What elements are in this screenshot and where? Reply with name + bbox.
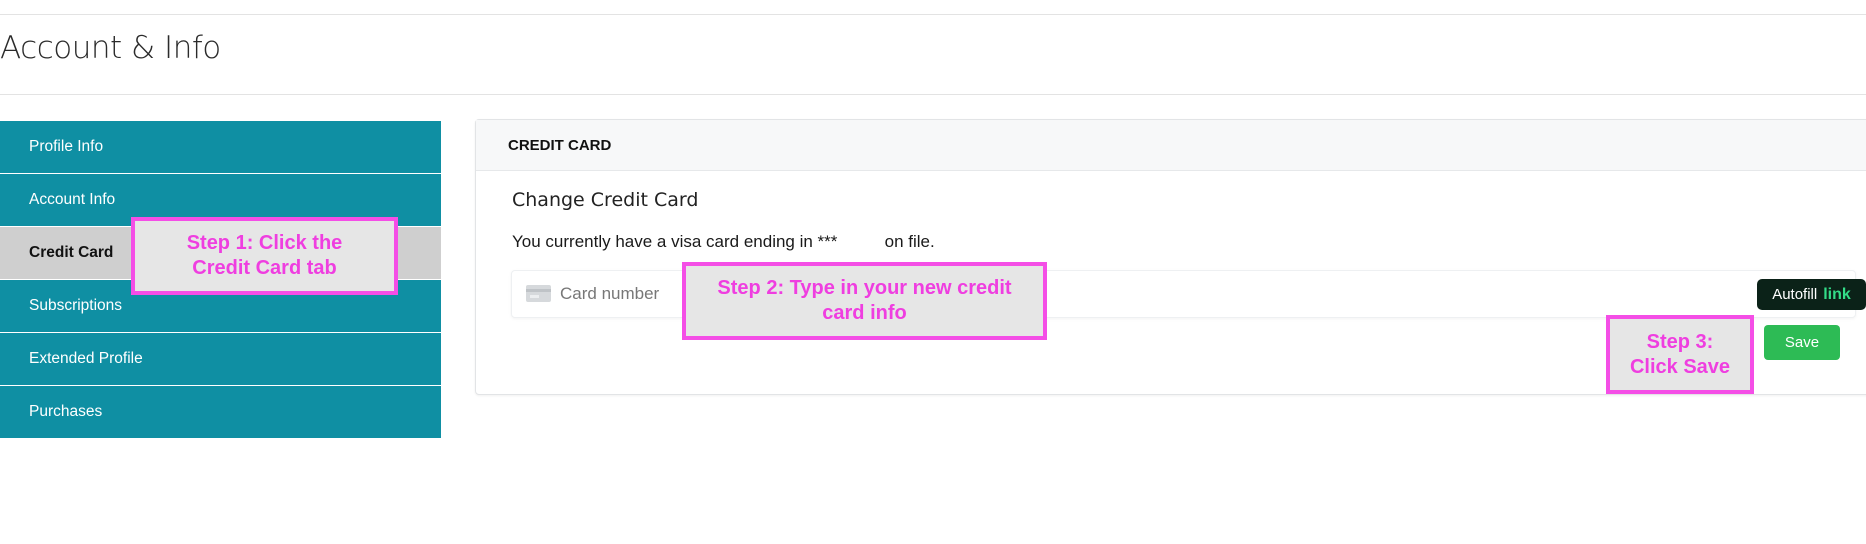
sidebar-item-label: Extended Profile: [29, 350, 143, 367]
credit-card-icon: [526, 285, 551, 302]
save-button[interactable]: Save: [1764, 325, 1840, 360]
sidebar-item-label: Purchases: [29, 403, 103, 420]
step3-text: Step 3: Click Save: [1629, 330, 1731, 378]
sidebar-item-extended-profile[interactable]: Extended Profile: [0, 333, 441, 385]
sidebar-item-label: Account Info: [29, 191, 116, 208]
panel-subtitle: Change Credit Card: [512, 189, 699, 211]
top-divider: [0, 14, 1866, 15]
card-on-file-notice: You currently have a visa card ending in…: [512, 232, 935, 251]
sidebar-item-label: Credit Card: [29, 244, 114, 261]
sidebar-item-profile-info[interactable]: Profile Info: [0, 121, 441, 173]
sidebar-item-purchases[interactable]: Purchases: [0, 386, 441, 438]
step1-callout: Step 1: Click the Credit Card tab: [131, 217, 398, 295]
sidebar-item-label: Profile Info: [29, 138, 104, 155]
step3-callout: Step 3: Click Save: [1606, 315, 1754, 394]
autofill-label: Autofill: [1772, 286, 1818, 303]
panel-header: CREDIT CARD: [476, 120, 1866, 171]
sidebar-item-label: Subscriptions: [29, 297, 123, 314]
link-logo: link: [1823, 285, 1851, 303]
step2-callout: Step 2: Type in your new credit card inf…: [682, 262, 1047, 340]
step2-text: Step 2: Type in your new credit card inf…: [717, 277, 1012, 324]
autofill-link-button[interactable]: Autofill link: [1757, 279, 1866, 310]
page-title: Account & Info: [0, 30, 221, 66]
title-divider: [0, 94, 1866, 95]
step1-text: Step 1: Click the Credit Card tab: [186, 232, 343, 279]
